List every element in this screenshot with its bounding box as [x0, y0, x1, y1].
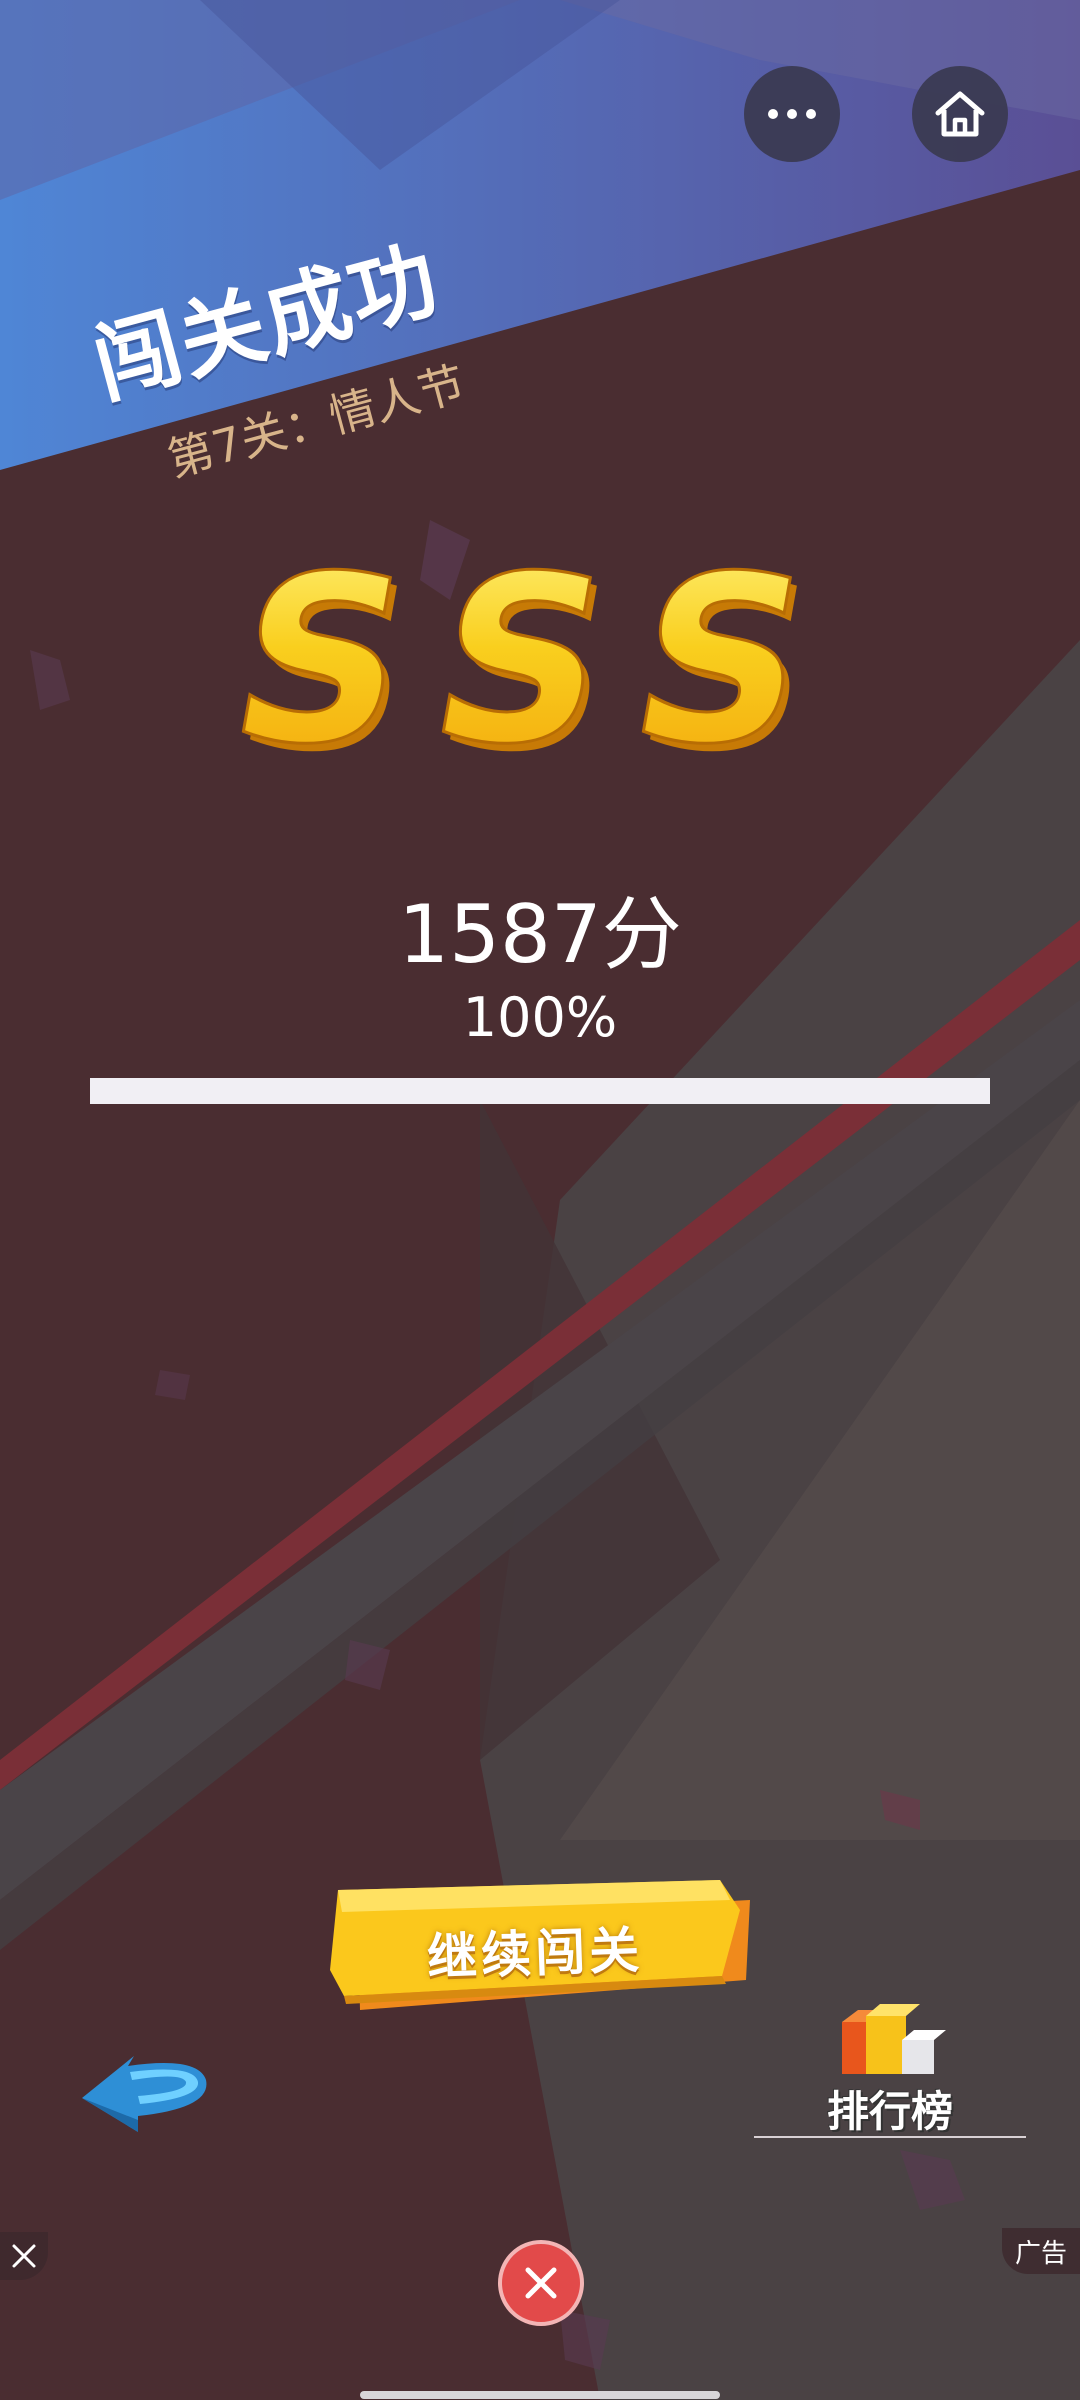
progress-fill: [90, 1078, 990, 1104]
leaderboard-label: 排行榜: [826, 2087, 953, 2136]
rank-letter: S: [240, 540, 427, 780]
rank-display: SSSSSS: [0, 540, 1080, 780]
progress-bar: [90, 1078, 990, 1104]
close-button[interactable]: [498, 2240, 584, 2326]
rank-letters: SSSSSS: [240, 540, 834, 780]
game-result-screen: 闯关成功 第7关：情人节 SSSSSS 1587分 100% 继续闯关 排行榜 …: [0, 0, 1080, 2400]
home-button[interactable]: [912, 66, 1008, 162]
continue-button[interactable]: 继续闯关: [330, 1880, 754, 2030]
blocks-icon: [842, 2004, 946, 2074]
leaderboard-underline: [754, 2136, 1026, 2138]
home-icon: [935, 91, 985, 137]
more-dots-icon: [768, 109, 816, 119]
back-button[interactable]: [78, 2036, 218, 2136]
completion-percent: 100%: [462, 986, 618, 1049]
home-indicator: [360, 2391, 720, 2399]
more-button[interactable]: [744, 66, 840, 162]
ad-label: 广告: [1002, 2228, 1080, 2274]
score: 1587分: [398, 888, 682, 981]
continue-label: 继续闯关: [426, 1921, 645, 1987]
close-icon: [12, 2244, 36, 2268]
close-icon: [525, 2267, 557, 2299]
back-arrow-icon: [82, 2056, 207, 2132]
leaderboard-button[interactable]: 排行榜: [754, 2000, 1026, 2138]
